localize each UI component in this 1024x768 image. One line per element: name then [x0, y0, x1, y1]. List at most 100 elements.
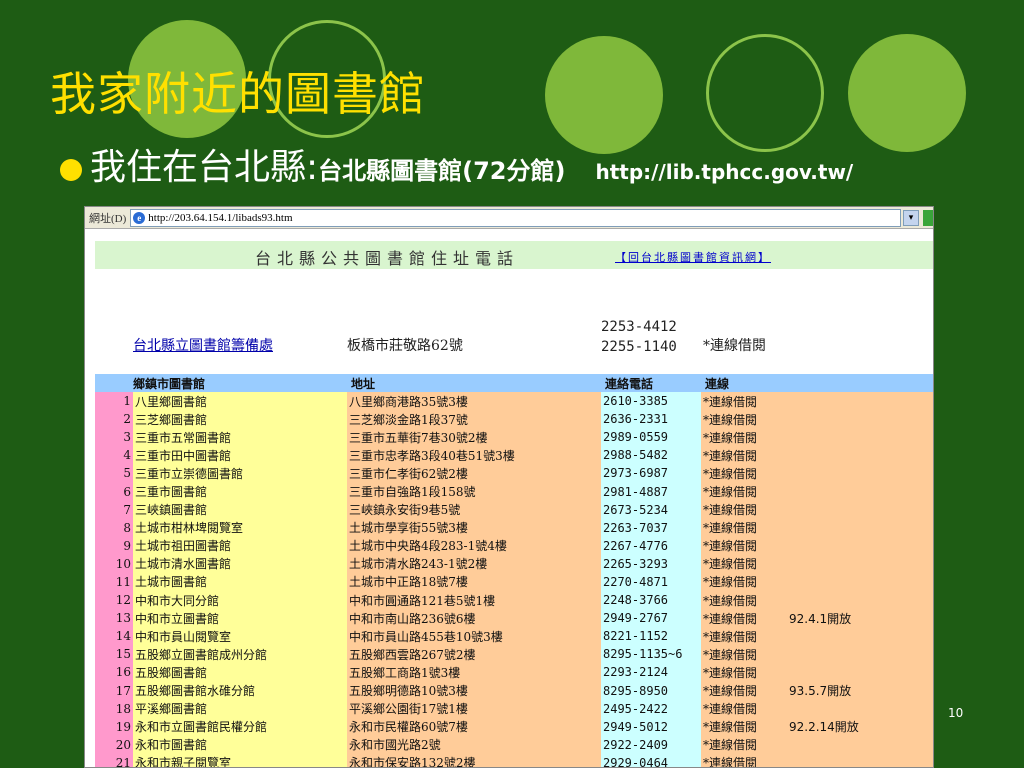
row-address: 土城市中正路18號7樓: [347, 572, 601, 592]
go-icon[interactable]: [923, 209, 933, 226]
row-link[interactable]: *連線借閱: [701, 500, 787, 519]
row-number: 15: [95, 645, 133, 664]
bullet-main-text: 我住在台北縣:: [90, 147, 319, 188]
row-library-name: 八里鄉圖書館: [133, 392, 347, 411]
row-note: [787, 591, 933, 610]
row-address: 中和市員山路455巷10號3樓: [347, 627, 601, 646]
table-row: 4 三重市田中圖書館 三重市忠孝路3段40巷51號3樓 2988-5482 *連線借閱: [95, 446, 933, 465]
row-number: 19: [95, 717, 133, 736]
row-library-name: 中和市大同分館: [133, 591, 347, 610]
hq-name-link[interactable]: 台北縣立圖書館籌備處: [133, 335, 273, 355]
table-row: 20 永和市圖書館 永和市國光路2號 2922-2409 *連線借閱: [95, 735, 933, 754]
row-note: [787, 428, 933, 447]
row-note: [787, 500, 933, 519]
row-link[interactable]: *連線借閱: [701, 717, 787, 736]
col-header-phone: 連絡電話: [601, 374, 701, 392]
row-link[interactable]: *連線借閱: [701, 446, 787, 465]
row-library-name: 土城市圖書館: [133, 572, 347, 592]
row-library-name: 三重市圖書館: [133, 482, 347, 501]
row-library-name: 三重市五常圖書館: [133, 428, 347, 447]
row-address: 五股鄉工商路1號3樓: [347, 663, 601, 682]
table-row: 18 平溪鄉圖書館 平溪鄉公園街17號1樓 2495-2422 *連線借閱: [95, 699, 933, 718]
row-link[interactable]: *連線借閱: [701, 464, 787, 483]
row-note: [787, 663, 933, 682]
row-note: [787, 482, 933, 501]
row-number: 17: [95, 681, 133, 700]
row-link[interactable]: *連線借閱: [701, 627, 787, 646]
slide-title: 我家附近的圖書館: [50, 67, 426, 121]
row-phone: 2988-5482: [601, 446, 701, 465]
bullet-url-link[interactable]: http://lib.tphcc.gov.tw/: [595, 160, 853, 184]
address-dropdown-icon[interactable]: ▾: [903, 209, 919, 226]
row-library-name: 永和市立圖書館民權分館: [133, 717, 347, 736]
col-header-note: [787, 374, 933, 392]
row-link[interactable]: *連線借閱: [701, 681, 787, 700]
row-number: 16: [95, 663, 133, 682]
row-library-name: 五股鄉立圖書館成州分館: [133, 645, 347, 664]
table-row: 13 中和市立圖書館 中和市南山路236號6樓 2949-2767 *連線借閱 92.4.…: [95, 609, 933, 628]
row-number: 4: [95, 446, 133, 465]
row-address: 中和市圓通路121巷5號1樓: [347, 591, 601, 610]
address-label: 網址(D): [89, 212, 127, 225]
row-library-name: 中和市員山閱覽室: [133, 627, 347, 646]
page-header: 台北縣公共圖書館住址電話 【回台北縣圖書館資訊網】: [95, 241, 933, 269]
row-phone: 2949-5012: [601, 717, 701, 736]
row-library-name: 土城市清水圖書館: [133, 554, 347, 573]
row-number: 6: [95, 482, 133, 501]
row-number: 13: [95, 609, 133, 628]
row-number: 12: [95, 591, 133, 610]
address-input[interactable]: e http://203.64.154.1/libads93.htm: [130, 208, 901, 227]
row-link[interactable]: *連線借閱: [701, 536, 787, 555]
row-link[interactable]: *連線借閱: [701, 572, 787, 592]
back-link[interactable]: 【回台北縣圖書館資訊網】: [615, 249, 771, 265]
table-row: 17 五股鄉圖書館水碓分館 五股鄉明德路10號3樓 8295-8950 *連線借閱 93.…: [95, 681, 933, 700]
row-address: 三峽鎮永安街9巷5號: [347, 500, 601, 519]
row-link[interactable]: *連線借閱: [701, 591, 787, 610]
row-link[interactable]: *連線借閱: [701, 753, 787, 767]
hq-phone-2: 2255-1140: [601, 339, 677, 355]
row-number: 2: [95, 410, 133, 429]
row-link[interactable]: *連線借閱: [701, 392, 787, 411]
row-library-name: 三重市田中圖書館: [133, 446, 347, 465]
row-link[interactable]: *連線借閱: [701, 735, 787, 754]
address-url: http://203.64.154.1/libads93.htm: [148, 211, 293, 224]
row-link[interactable]: *連線借閱: [701, 609, 787, 628]
browser-window: 網址(D) e http://203.64.154.1/libads93.htm…: [84, 206, 934, 768]
row-note: [787, 645, 933, 664]
row-address: 土城市中央路4段283-1號4樓: [347, 536, 601, 555]
row-link[interactable]: *連線借閱: [701, 518, 787, 537]
hq-phone-1: 2253-4412: [601, 319, 677, 335]
row-link[interactable]: *連線借閱: [701, 482, 787, 501]
row-phone: 2263-7037: [601, 518, 701, 537]
row-phone: 2265-3293: [601, 554, 701, 573]
row-phone: 2610-3385: [601, 392, 701, 411]
row-note: [787, 464, 933, 483]
row-number: 14: [95, 627, 133, 646]
row-number: 21: [95, 753, 133, 767]
row-phone: 2949-2767: [601, 609, 701, 628]
row-library-name: 三芝鄉圖書館: [133, 410, 347, 429]
row-note: [787, 753, 933, 767]
row-number: 1: [95, 392, 133, 411]
row-link[interactable]: *連線借閱: [701, 428, 787, 447]
col-header-name: 鄉鎮市圖書館: [95, 374, 347, 392]
row-link[interactable]: *連線借閱: [701, 699, 787, 718]
row-link[interactable]: *連線借閱: [701, 410, 787, 429]
row-link[interactable]: *連線借閱: [701, 645, 787, 664]
table-row: 5 三重市立崇德圖書館 三重市仁孝街62號2樓 2973-6987 *連線借閱: [95, 464, 933, 483]
hq-link[interactable]: *連線借閱: [703, 335, 766, 355]
address-bar: 網址(D) e http://203.64.154.1/libads93.htm…: [85, 207, 933, 229]
table-row: 3 三重市五常圖書館 三重市五華街7巷30號2樓 2989-0559 *連線借閱: [95, 428, 933, 447]
table-row: 10 土城市清水圖書館 土城市清水路243-1號2樓 2265-3293 *連線借閱: [95, 554, 933, 573]
row-link[interactable]: *連線借閱: [701, 554, 787, 573]
library-table: 鄉鎮市圖書館 地址 連絡電話 連線 1 八里鄉圖書館 八里鄉商港路35號3樓 2610…: [95, 374, 933, 767]
row-address: 五股鄉西雲路267號2樓: [347, 645, 601, 664]
table-row: 1 八里鄉圖書館 八里鄉商港路35號3樓 2610-3385 *連線借閱: [95, 392, 933, 411]
row-number: 11: [95, 572, 133, 592]
row-note: [787, 446, 933, 465]
row-note: [787, 699, 933, 718]
hq-address: 板橋市莊敬路62號: [347, 338, 463, 354]
row-link[interactable]: *連線借閱: [701, 663, 787, 682]
row-library-name: 五股鄉圖書館: [133, 663, 347, 682]
table-row: 6 三重市圖書館 三重市自強路1段158號 2981-4887 *連線借閱: [95, 482, 933, 501]
